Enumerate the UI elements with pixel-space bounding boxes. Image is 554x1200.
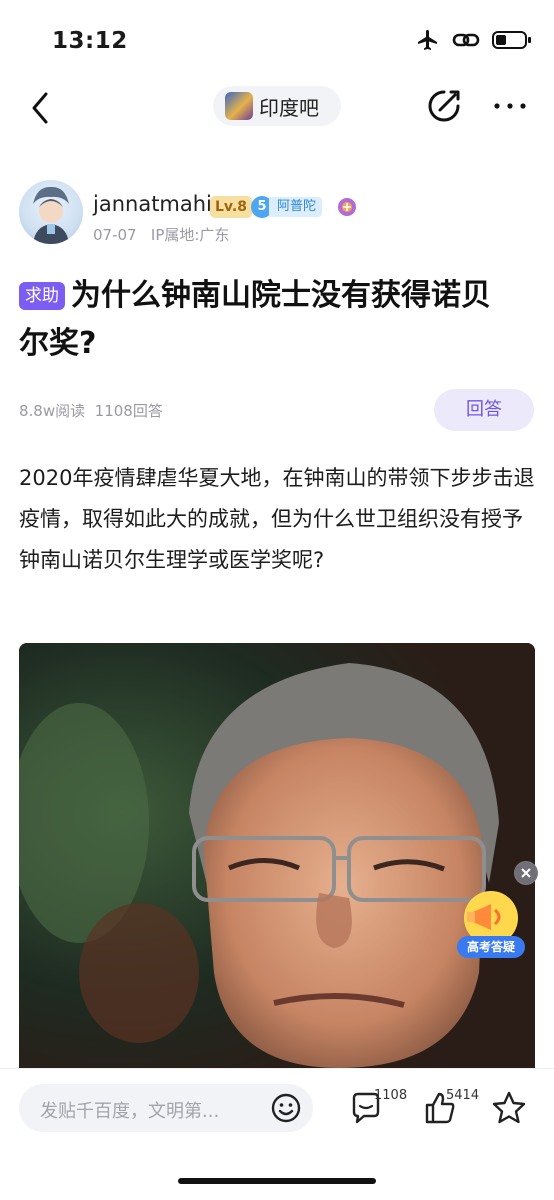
rank-label: 阿普陀 bbox=[269, 197, 323, 217]
post-meta: 07-07 IP属地:广东 bbox=[93, 224, 229, 245]
close-icon[interactable] bbox=[514, 861, 538, 885]
badge-icon bbox=[338, 198, 356, 216]
forum-name: 印度吧 bbox=[259, 95, 319, 120]
post-title-block: 求助 为什么钟南山院士没有获得诺贝尔奖? bbox=[19, 272, 519, 368]
post-date: 07-07 bbox=[93, 226, 137, 244]
post-title: 为什么钟南山院士没有获得诺贝尔奖? bbox=[19, 278, 491, 361]
promo-float[interactable]: 高考答疑 bbox=[455, 888, 527, 962]
post-image[interactable] bbox=[19, 643, 535, 1068]
forum-chip[interactable]: 印度吧 bbox=[213, 86, 341, 126]
status-icons bbox=[416, 28, 532, 52]
level-badge: Lv.8 bbox=[210, 196, 252, 218]
forum-avatar bbox=[225, 92, 253, 120]
star-icon[interactable] bbox=[490, 1090, 528, 1126]
comment-input-placeholder: 发贴千百度，文明第... bbox=[40, 1101, 220, 1122]
home-indicator bbox=[178, 1178, 376, 1184]
comment-count: 1108 bbox=[374, 1088, 408, 1103]
airplane-icon bbox=[418, 30, 437, 50]
help-tag: 求助 bbox=[19, 282, 65, 310]
author-avatar[interactable] bbox=[19, 180, 83, 244]
like-count: 5414 bbox=[446, 1088, 480, 1103]
post-body: 2020年疫情肆虐华夏大地，在钟南山的带领下步步击退疫情，取得如此大的成就，但为… bbox=[19, 466, 535, 572]
post-stats: 8.8w阅读 1108回答 bbox=[19, 402, 163, 420]
status-time: 13:12 bbox=[52, 28, 128, 54]
promo-label: 高考答疑 bbox=[466, 940, 515, 954]
battery-icon bbox=[492, 31, 531, 49]
link-icon bbox=[452, 33, 480, 47]
more-dots-icon[interactable] bbox=[492, 92, 528, 120]
emoji-icon[interactable] bbox=[270, 1092, 302, 1124]
rank-badge: 5 阿普陀 bbox=[251, 195, 323, 219]
answer-button[interactable]: 回答 bbox=[434, 389, 534, 431]
back-button[interactable] bbox=[26, 88, 60, 128]
ip-location: IP属地:广东 bbox=[150, 226, 230, 244]
edit-icon[interactable] bbox=[424, 86, 464, 126]
author-name[interactable]: jannatmahi bbox=[93, 192, 212, 216]
